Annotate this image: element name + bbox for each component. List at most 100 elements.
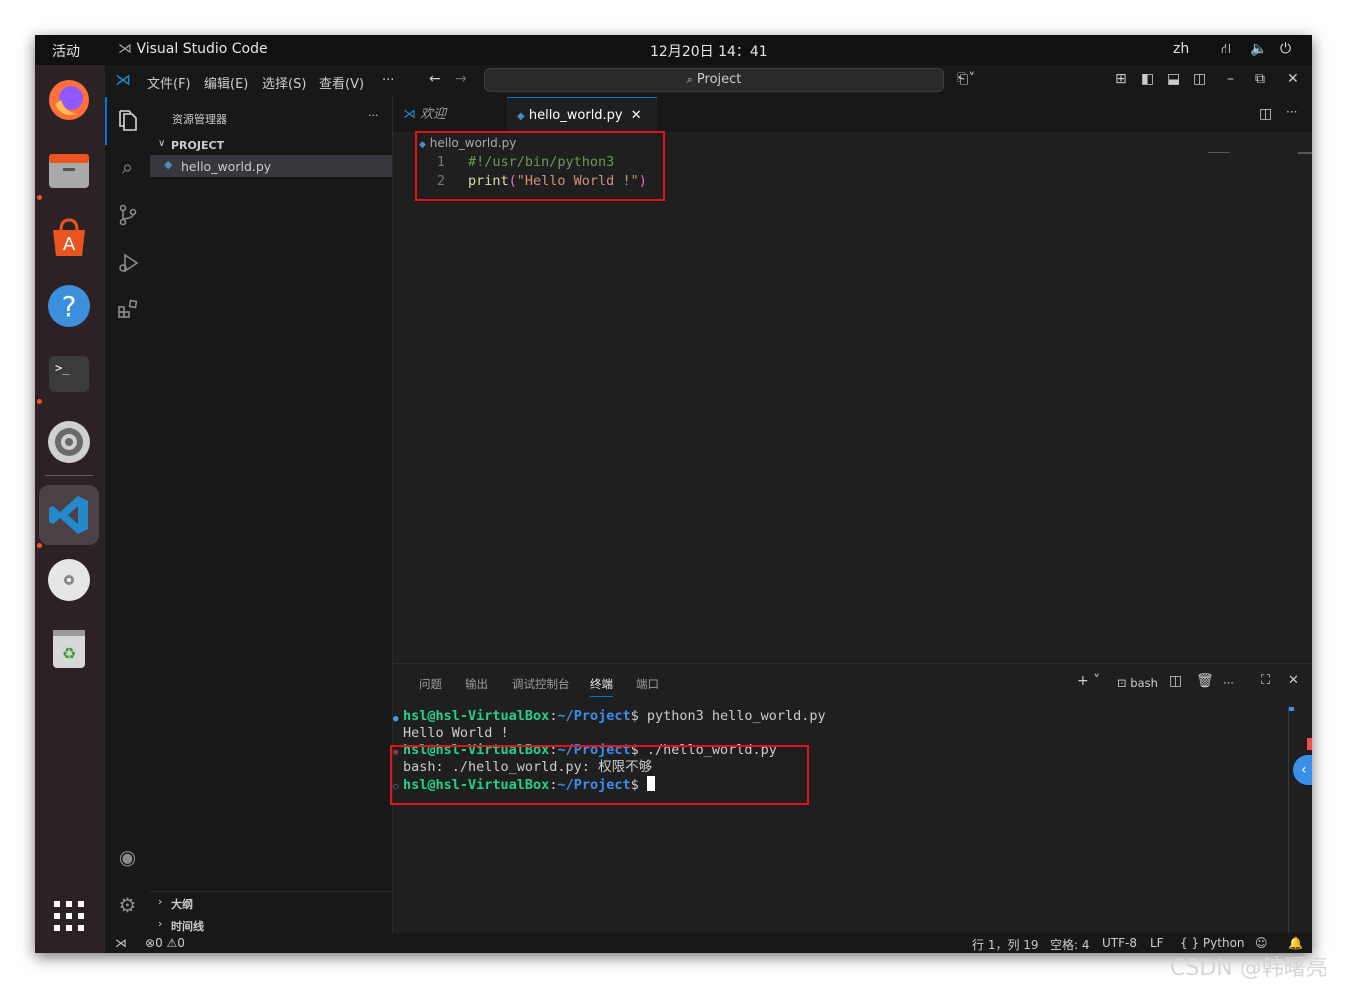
watermark: CSDN @韩曙亮 [1170, 956, 1328, 981]
show-apps-icon[interactable] [46, 893, 92, 939]
desktop-screen: 活动 ⋊ Visual Studio Code 12月20日 14：41 zh … [35, 35, 1312, 953]
software-center-icon[interactable]: A [46, 215, 92, 261]
tab-welcome[interactable]: ⋊ 欢迎 [393, 97, 511, 132]
minimize-icon[interactable]: – [1227, 71, 1234, 87]
toggle-primary-sidebar-icon[interactable]: ◧ [1141, 71, 1154, 87]
terminal-icon[interactable]: >_ [46, 351, 92, 397]
nav-back-icon[interactable]: ← [429, 71, 441, 87]
timeline-label: 时间线 [171, 920, 204, 933]
outline-section[interactable]: › 大纲 [150, 893, 392, 913]
chevron-left-icon[interactable]: ‹ [1293, 755, 1312, 785]
gnome-top-bar: 活动 ⋊ Visual Studio Code 12月20日 14：41 zh … [35, 35, 1312, 65]
copilot-icon[interactable]: ⎗˅ [957, 71, 975, 87]
language-mode[interactable]: { } Python [1180, 936, 1245, 950]
new-terminal-icon[interactable]: + ˅ [1077, 673, 1100, 689]
terminal-scrollbar[interactable] [1288, 707, 1289, 932]
power-icon[interactable]: ⏻ [1280, 41, 1291, 57]
terminal-shell-selector[interactable]: ⊡ bash [1117, 676, 1158, 690]
tab-problems[interactable]: 问题 [419, 676, 442, 692]
menu-more[interactable]: ··· [382, 73, 394, 88]
tab-debug-console[interactable]: 调试控制台 [512, 676, 570, 692]
split-terminal-icon[interactable]: ◫ [1169, 673, 1182, 689]
command-center[interactable]: ⌕ Project [484, 68, 944, 92]
nav-forward-icon[interactable]: → [455, 71, 467, 87]
restore-icon[interactable]: ⧉ [1255, 71, 1265, 87]
close-panel-icon[interactable]: ✕ [1288, 673, 1299, 688]
toggle-secondary-sidebar-icon[interactable]: ◫ [1193, 71, 1206, 87]
status-bar: ⋊ ⊗0 ⚠0 行 1，列 19 空格: 4 UTF-8 LF { } Pyth… [105, 933, 1312, 953]
network-icon[interactable]: ⛙ [1221, 41, 1231, 59]
files-icon[interactable] [46, 147, 92, 193]
remote-icon[interactable]: ⋊ [115, 936, 127, 950]
clock[interactable]: 12月20日 14：41 [650, 41, 768, 61]
terminal-more-icon[interactable]: ··· [1223, 676, 1234, 690]
file-name: hello_world.py [181, 159, 272, 174]
firefox-icon[interactable] [46, 77, 92, 123]
close-window-icon[interactable]: ✕ [1287, 71, 1299, 87]
folder-header[interactable]: ∨ PROJECT [150, 135, 392, 155]
svg-text:♻: ♻ [62, 644, 76, 663]
chevron-right-icon: › [158, 917, 163, 930]
extensions-icon[interactable] [105, 287, 150, 331]
scrollbar-marker [1289, 707, 1294, 711]
customize-layout-icon[interactable]: ⊞ [1115, 71, 1127, 87]
editor-more-icon[interactable]: ··· [1286, 105, 1297, 119]
svg-text:A: A [63, 234, 76, 255]
source-control-icon[interactable] [105, 193, 150, 237]
vscode-dock-icon[interactable] [39, 485, 99, 545]
menu-edit[interactable]: 编辑(E) [204, 73, 248, 92]
run-debug-icon[interactable] [105, 241, 150, 285]
input-language[interactable]: zh [1173, 41, 1189, 57]
split-editor-icon[interactable]: ◫ [1259, 106, 1272, 122]
minimap[interactable] [1208, 152, 1230, 153]
dvd-drive-icon[interactable] [46, 557, 92, 603]
search-icon[interactable]: ⌕ [105, 145, 150, 189]
accounts-icon[interactable]: ◉ [105, 835, 150, 879]
explorer-sidebar: 资源管理器 ··· ∨ PROJECT ◆ hello_world.py › 大… [150, 97, 393, 933]
notifications-bell-icon[interactable]: 🔔 [1288, 936, 1303, 950]
tab-output[interactable]: 输出 [465, 676, 488, 692]
activities-button[interactable]: 活动 [52, 41, 80, 61]
scrollbar[interactable] [1298, 152, 1312, 154]
code-editor[interactable]: ◆ hello_world.py 1 #!/usr/bin/python3 2 … [393, 132, 1312, 657]
tab-ports[interactable]: 端口 [636, 676, 659, 692]
trash-icon[interactable]: ♻ [46, 625, 92, 671]
help-icon[interactable]: ? [46, 283, 92, 329]
vscode-small-icon: ⋊ [118, 41, 132, 57]
problems-status[interactable]: ⊗0 ⚠0 [145, 936, 185, 950]
manage-gear-icon[interactable]: ⚙ [105, 883, 150, 927]
encoding[interactable]: UTF-8 [1102, 936, 1137, 950]
app-menu[interactable]: ⋊ Visual Studio Code [118, 41, 268, 57]
vscode-window: ⋊ 文件(F) 编辑(E) 选择(S) 查看(V) ··· ← → ⌕ Proj… [105, 65, 1312, 953]
search-icon: ⌕ [686, 73, 693, 86]
cursor-position[interactable]: 行 1，列 19 [972, 936, 1039, 953]
tab-label: 欢迎 [420, 107, 447, 122]
explorer-icon[interactable] [105, 99, 150, 143]
maximize-panel-icon[interactable]: ⛶ [1261, 673, 1270, 688]
terminal-highlight-box [390, 745, 809, 805]
file-item[interactable]: ◆ hello_world.py [150, 155, 392, 177]
python-file-icon: ◆ [517, 111, 525, 122]
close-tab-icon[interactable]: ✕ [631, 108, 642, 123]
terminal-line: Hello World ! [403, 725, 509, 741]
menu-view[interactable]: 查看(V) [319, 73, 364, 92]
vscode-logo-icon: ⋊ [115, 70, 131, 89]
toggle-panel-icon[interactable]: ⬓ [1167, 71, 1180, 87]
tab-terminal[interactable]: 终端 [590, 676, 613, 697]
terminal-line: hsl@hsl-VirtualBox:~/Project$ python3 he… [403, 708, 826, 724]
outline-label: 大纲 [171, 898, 193, 911]
menu-selection[interactable]: 选择(S) [262, 73, 306, 92]
tab-hello-world[interactable]: ◆ hello_world.py ✕ [507, 97, 657, 132]
copilot-status-icon[interactable]: ☺ [1255, 936, 1268, 950]
error-icon: ⊗ [145, 936, 156, 950]
code-highlight-box [415, 131, 665, 201]
menu-file[interactable]: 文件(F) [147, 73, 191, 92]
settings-app-icon[interactable] [46, 419, 92, 465]
end-of-line[interactable]: LF [1150, 936, 1164, 950]
folder-name: PROJECT [171, 139, 225, 152]
volume-icon[interactable]: 🔈 [1250, 41, 1267, 57]
timeline-section[interactable]: › 时间线 [150, 915, 392, 935]
kill-terminal-icon[interactable]: 🗑 [1196, 673, 1214, 689]
indentation[interactable]: 空格: 4 [1050, 936, 1090, 953]
explorer-more-button[interactable]: ··· [368, 109, 379, 122]
